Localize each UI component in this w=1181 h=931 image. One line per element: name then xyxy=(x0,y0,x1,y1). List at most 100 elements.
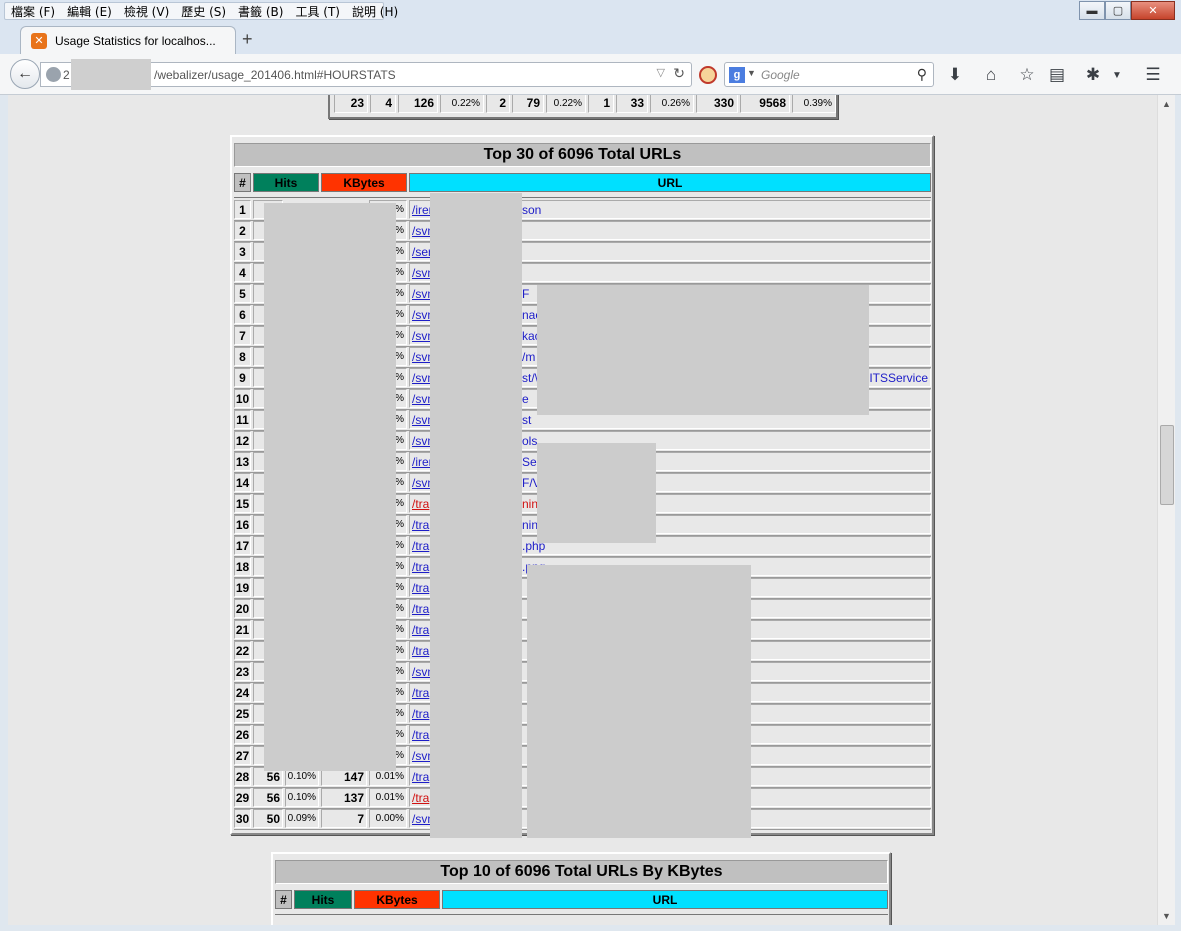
tab-title: Usage Statistics for localhos... xyxy=(55,33,216,48)
row-rank: 7 xyxy=(234,326,251,345)
menu-help[interactable]: 說明 (H) xyxy=(352,3,398,20)
url-start: /ser xyxy=(412,244,433,259)
header-rank: # xyxy=(234,173,251,192)
search-icon[interactable]: ⚲ xyxy=(917,66,927,83)
menu-edit[interactable]: 編輯 (E) xyxy=(67,3,112,20)
menu-icon[interactable]: ☰ xyxy=(1141,63,1165,87)
row-rank: 15 xyxy=(234,494,251,513)
header-hits: Hits xyxy=(294,890,352,909)
row-rank: 13 xyxy=(234,452,251,471)
search-bar[interactable]: g ▼ Google ⚲ xyxy=(724,62,934,87)
url-start: /tra xyxy=(412,601,430,616)
menu-history[interactable]: 歷史 (S) xyxy=(181,3,226,20)
row-rank: 12 xyxy=(234,431,251,450)
close-button[interactable]: ✕ xyxy=(1131,1,1175,20)
window-frame-bottom xyxy=(0,925,1181,931)
redacted-block xyxy=(527,565,751,838)
extension-dropdown-icon[interactable]: ▼ xyxy=(1105,63,1129,87)
url-start: /tra xyxy=(412,685,430,700)
navigation-bar: ← 2 /webalizer/usage_201406.html#HOURSTA… xyxy=(0,54,1181,95)
row-rank: 17 xyxy=(234,536,251,555)
url-end: ITSService xyxy=(869,370,928,385)
search-engine-dropdown-icon[interactable]: ▼ xyxy=(747,68,756,78)
row-rank: 18 xyxy=(234,557,251,576)
hourly-stats-row: 23 4 126 0.22% 2 79 0.22% 1 33 0.26% 330… xyxy=(334,95,838,113)
url-start: /tra xyxy=(412,622,430,637)
download-icon[interactable]: ⬇ xyxy=(943,63,967,87)
bookmark-star-icon[interactable]: ☆ xyxy=(1015,63,1039,87)
url-tail: ols xyxy=(522,433,538,448)
address-url: /webalizer/usage_201406.html#HOURSTATS xyxy=(154,68,396,82)
table-title: Top 30 of 6096 Total URLs xyxy=(234,143,931,167)
row-rank: 2 xyxy=(234,221,251,240)
row-kbytes: 7 xyxy=(321,809,367,828)
row-rank: 19 xyxy=(234,578,251,597)
tab-bar: ✕ Usage Statistics for localhos... + xyxy=(0,22,1181,54)
address-prefix: 2 xyxy=(63,68,70,82)
row-rank: 25 xyxy=(234,704,251,723)
url-start: /tra xyxy=(412,790,430,805)
row-rank: 27 xyxy=(234,746,251,765)
reading-list-icon[interactable]: ▤ xyxy=(1045,63,1069,87)
row-rank: 26 xyxy=(234,725,251,744)
maximize-button[interactable]: ▢ xyxy=(1105,1,1131,20)
row-rank: 29 xyxy=(234,788,251,807)
header-separator xyxy=(275,914,888,915)
menu-tools[interactable]: 工具 (T) xyxy=(295,3,340,20)
hour-cell: 4 xyxy=(370,95,396,113)
table-title: Top 10 of 6096 Total URLs By KBytes xyxy=(275,860,888,884)
hourly-stats-table: 23 4 126 0.22% 2 79 0.22% 1 33 0.26% 330… xyxy=(328,95,838,119)
url-start: /tra xyxy=(412,643,430,658)
header-rank: # xyxy=(275,890,292,909)
url-start: /tra xyxy=(412,580,430,595)
window-frame-right xyxy=(1175,95,1181,931)
vertical-scrollbar[interactable]: ▲ ▼ xyxy=(1157,95,1175,925)
menu-view[interactable]: 檢視 (V) xyxy=(124,3,169,20)
scroll-down-icon[interactable]: ▼ xyxy=(1162,911,1171,921)
window-controls: ▬ ▢ ✕ xyxy=(1079,1,1175,21)
reload-icon[interactable]: ↻ xyxy=(673,65,685,82)
globe-icon xyxy=(46,67,61,82)
row-kbytes-percent: 0.00% xyxy=(369,809,407,828)
menu-file[interactable]: 檔案 (F) xyxy=(11,3,55,20)
minimize-button[interactable]: ▬ xyxy=(1079,1,1105,20)
redacted-block xyxy=(264,203,396,771)
back-button[interactable]: ← xyxy=(10,59,40,89)
scrollbar-thumb[interactable] xyxy=(1160,425,1174,505)
address-bar[interactable]: 2 /webalizer/usage_201406.html#HOURSTATS… xyxy=(40,59,692,90)
header-url: URL xyxy=(409,173,931,192)
home-icon[interactable]: ⌂ xyxy=(979,63,1003,87)
row-rank: 16 xyxy=(234,515,251,534)
redacted-host xyxy=(71,59,151,90)
new-tab-button[interactable]: + xyxy=(242,29,253,50)
hour-cell: 0.22% xyxy=(440,95,484,113)
row-hits-percent: 0.09% xyxy=(285,809,319,828)
redacted-block xyxy=(537,285,869,415)
row-hits: 56 xyxy=(253,788,283,807)
extension-icon[interactable]: ✱ xyxy=(1081,63,1105,87)
row-rank: 8 xyxy=(234,347,251,366)
menu-list: 檔案 (F) 編輯 (E) 檢視 (V) 歷史 (S) 書籤 (B) 工具 (T… xyxy=(4,2,398,20)
row-rank: 3 xyxy=(234,242,251,261)
hour-cell: 23 xyxy=(334,95,368,113)
google-icon[interactable]: g xyxy=(729,67,745,83)
row-rank: 30 xyxy=(234,809,251,828)
search-placeholder: Google xyxy=(761,68,800,82)
noscript-icon[interactable] xyxy=(699,66,717,84)
menu-bookmarks[interactable]: 書籤 (B) xyxy=(238,3,283,20)
scroll-up-icon[interactable]: ▲ xyxy=(1162,99,1171,109)
hour-cell: 330 xyxy=(696,95,738,113)
redacted-block xyxy=(537,443,656,543)
row-rank: 4 xyxy=(234,263,251,282)
hour-cell: 1 xyxy=(588,95,614,113)
redacted-block xyxy=(430,193,522,838)
top-urls-by-kbytes-table: Top 10 of 6096 Total URLs By KBytes # Hi… xyxy=(271,852,891,925)
window-frame-left xyxy=(0,95,8,931)
hour-cell: 126 xyxy=(398,95,438,113)
hour-cell: 9568 xyxy=(740,95,790,113)
row-rank: 11 xyxy=(234,410,251,429)
url-dropdown-icon[interactable]: ▽ xyxy=(657,66,665,79)
hour-cell: 0.26% xyxy=(650,95,694,113)
url-start: /tra xyxy=(412,706,430,721)
tab-usage-statistics[interactable]: ✕ Usage Statistics for localhos... xyxy=(20,26,236,54)
